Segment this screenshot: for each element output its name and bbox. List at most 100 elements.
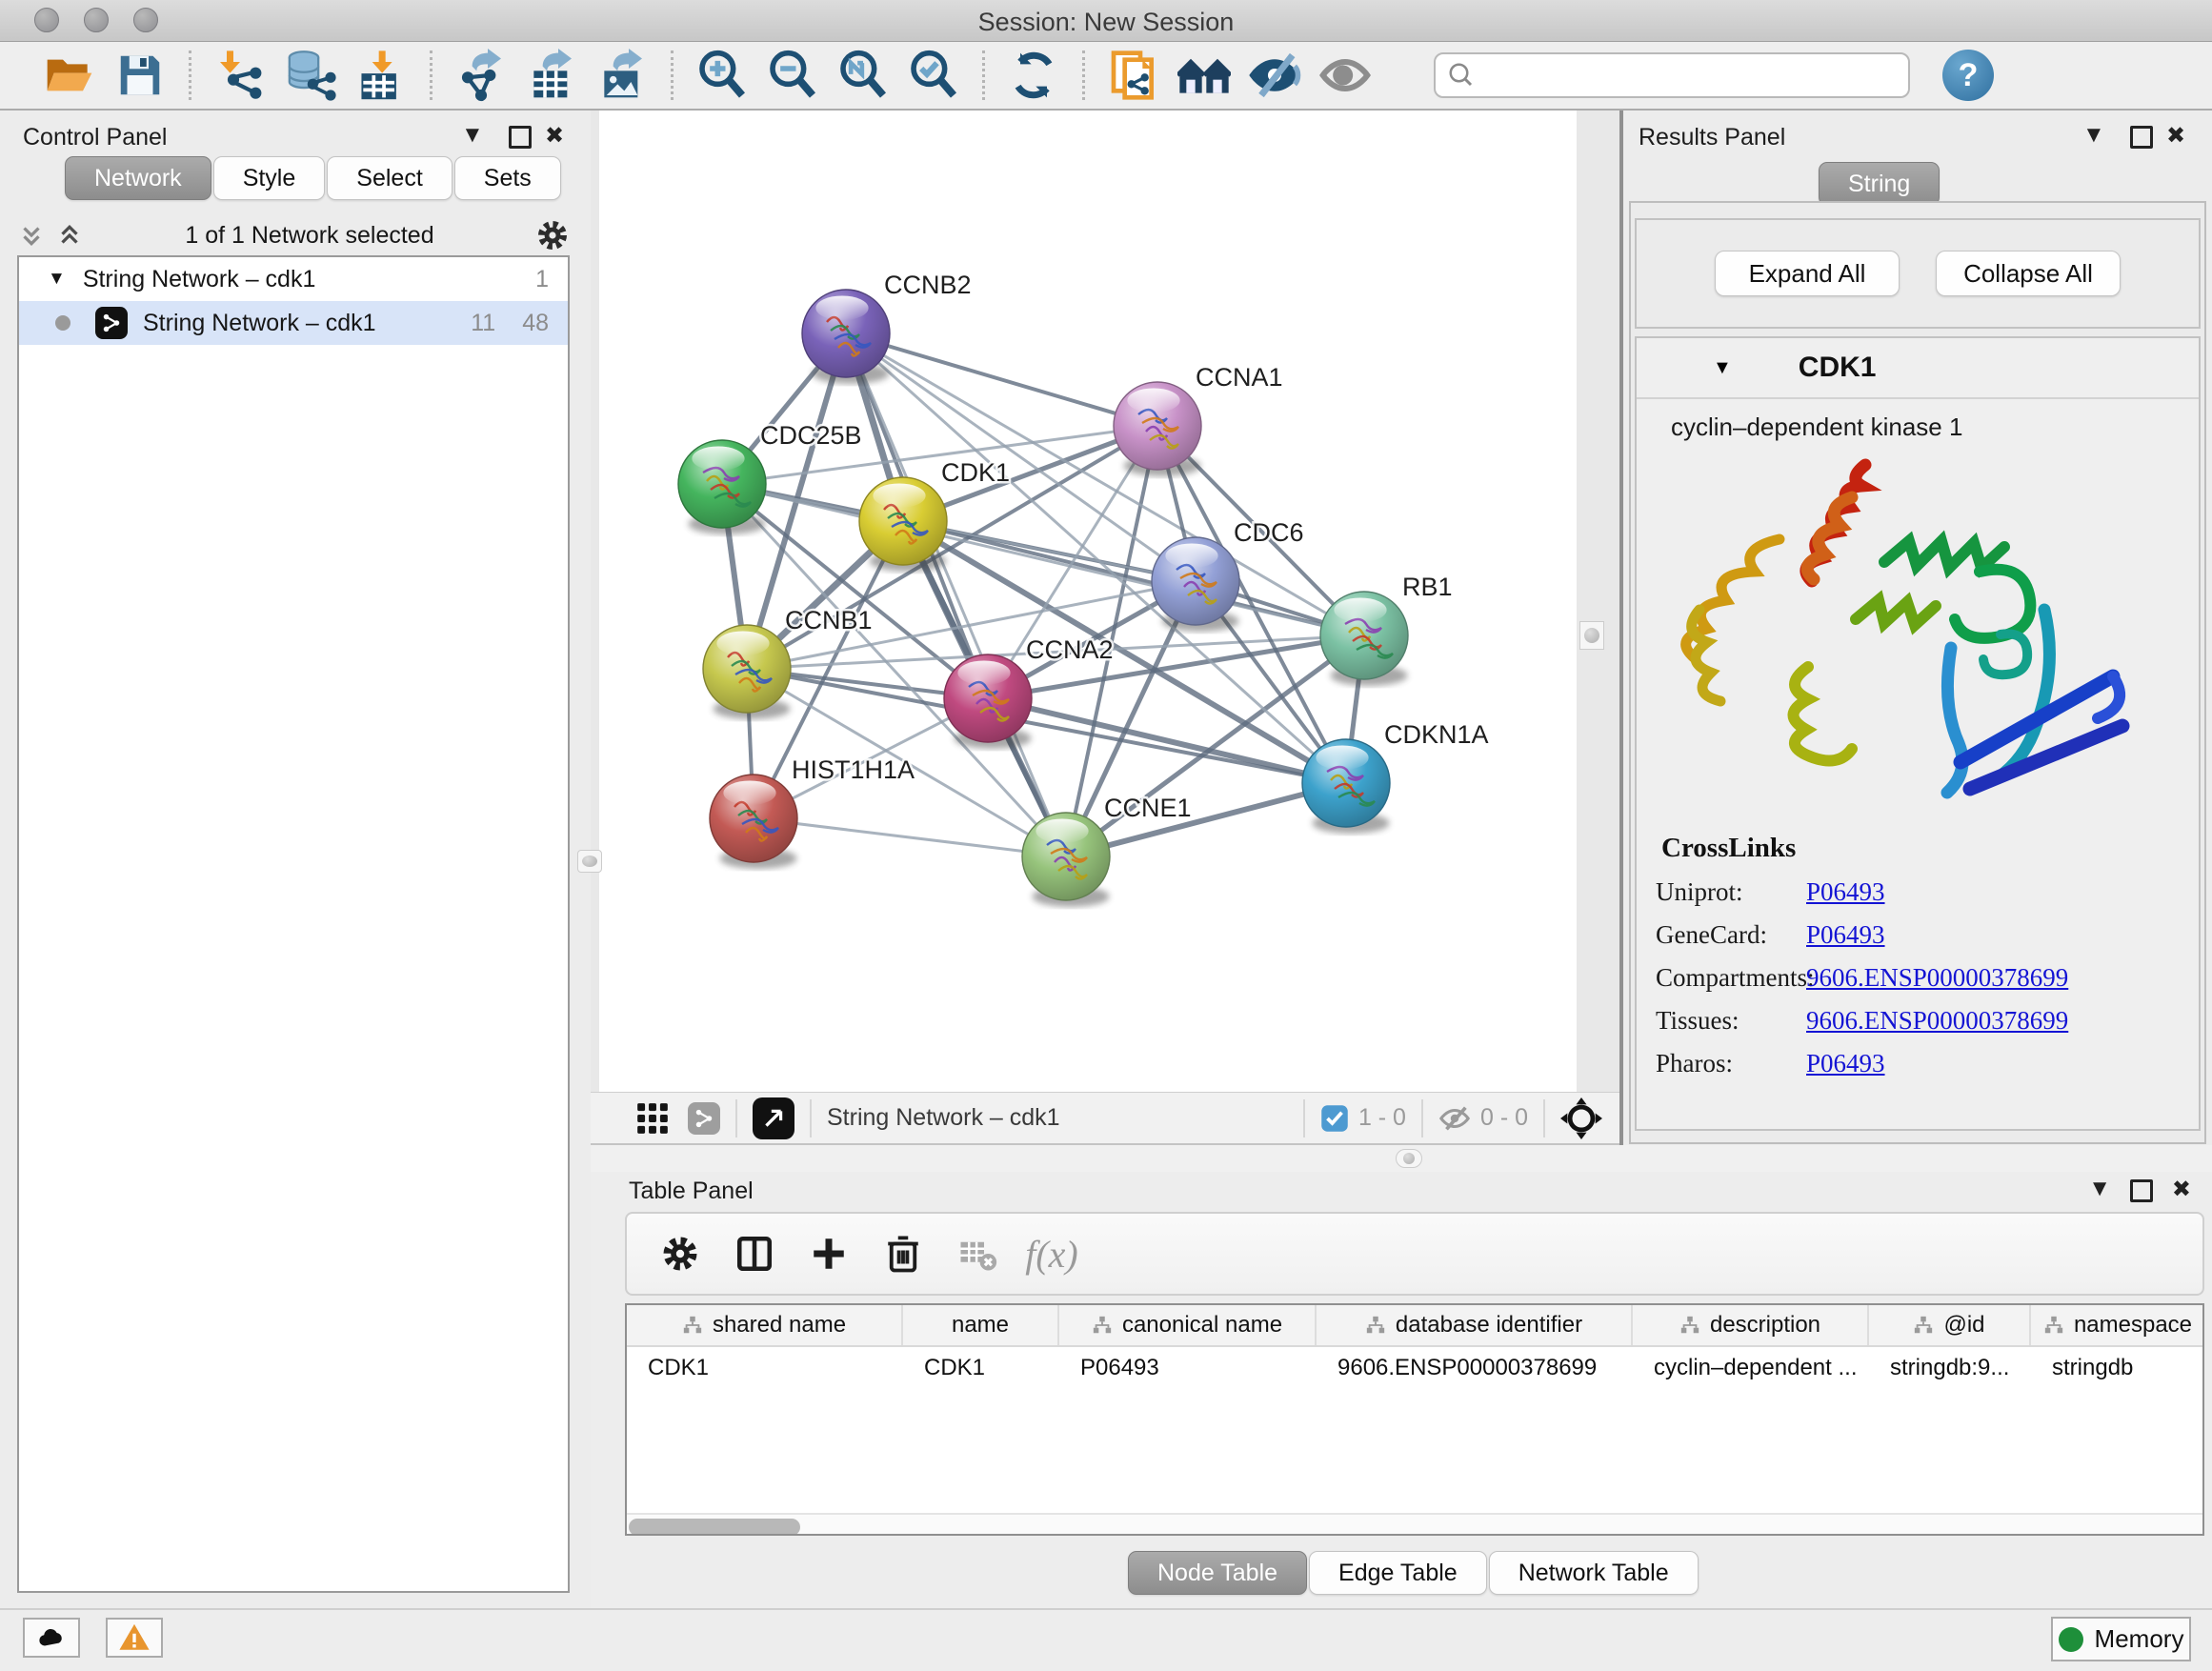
zoom-out-icon[interactable] <box>764 47 821 104</box>
refresh-view-icon[interactable] <box>1005 47 1062 104</box>
import-network-file-icon[interactable] <box>211 47 269 104</box>
export-network-icon[interactable] <box>452 47 510 104</box>
warnings-button[interactable] <box>106 1618 163 1658</box>
expand-all-button[interactable]: Expand All <box>1715 251 1900 296</box>
tab-network-table[interactable]: Network Table <box>1489 1551 1699 1595</box>
zoom-fit-icon[interactable] <box>835 47 892 104</box>
network-graph[interactable]: CCNB2 CCNA1 CDC25B CDK1 CDC6 <box>599 111 1577 1092</box>
column-header[interactable]: description <box>1633 1305 1869 1345</box>
collapse-all-icon[interactable] <box>55 221 84 250</box>
table-settings-gear-icon[interactable] <box>650 1223 711 1284</box>
export-image-icon[interactable] <box>593 47 651 104</box>
cloud-button[interactable] <box>23 1618 80 1658</box>
zoom-selected-icon[interactable] <box>905 47 962 104</box>
results-panel-close-icon[interactable]: ✖ <box>2166 122 2185 150</box>
collection-expander-icon[interactable]: ▼ <box>48 269 66 290</box>
new-network-from-selection-icon[interactable] <box>1105 47 1162 104</box>
control-panel-menu-icon[interactable]: ▼ <box>461 122 484 149</box>
delete-table-icon[interactable] <box>947 1223 1008 1284</box>
network-label: String Network – cdk1 <box>143 310 376 337</box>
section-collapse-icon[interactable]: ▼ <box>1713 357 1732 379</box>
tab-select[interactable]: Select <box>327 156 452 200</box>
network-view-type-icon[interactable] <box>688 1102 720 1135</box>
expand-all-icon[interactable] <box>17 221 46 250</box>
hide-selected-icon[interactable] <box>1246 47 1303 104</box>
column-header[interactable]: shared name <box>627 1305 903 1345</box>
table-panel-title: Table Panel <box>629 1178 754 1205</box>
import-table-file-icon[interactable] <box>352 47 410 104</box>
selected-checkbox-icon[interactable] <box>1320 1104 1349 1133</box>
table-panel-close-icon[interactable]: ✖ <box>2172 1176 2191 1203</box>
table-cell[interactable]: CDK1 <box>627 1347 903 1389</box>
nav-separator <box>810 1099 812 1137</box>
horizontal-splitter-handle[interactable] <box>1396 1149 1422 1168</box>
collapse-all-button[interactable]: Collapse All <box>1936 251 2121 296</box>
gene-description: cyclin–dependent kinase 1 <box>1671 413 2199 442</box>
current-network-name: String Network – cdk1 <box>827 1104 1060 1132</box>
results-panel: Results Panel ▼ ✖ String Expand All Coll… <box>1619 111 2212 1145</box>
network-canvas[interactable]: CCNB2 CCNA1 CDC25B CDK1 CDC6 <box>599 111 1577 1092</box>
horizontal-splitter[interactable] <box>591 1145 2212 1172</box>
tab-network[interactable]: Network <box>65 156 211 200</box>
table-cell[interactable]: CDK1 <box>903 1347 1059 1389</box>
tab-sets[interactable]: Sets <box>454 156 561 200</box>
crosslink-link[interactable]: 9606.ENSP00000378699 <box>1806 963 2068 993</box>
network-row-selected[interactable]: String Network – cdk1 11 48 <box>19 301 568 345</box>
table-cell[interactable]: cyclin–dependent ... <box>1633 1347 1869 1389</box>
right-splitter-handle[interactable] <box>1579 621 1604 650</box>
delete-column-trash-icon[interactable] <box>873 1223 934 1284</box>
import-network-database-icon[interactable] <box>282 47 339 104</box>
table-cell[interactable]: stringdb:9... <box>1869 1347 2031 1389</box>
column-header[interactable]: canonical name <box>1059 1305 1317 1345</box>
function-builder-icon[interactable]: f(x) <box>1021 1223 1082 1284</box>
left-splitter-handle[interactable] <box>577 850 602 873</box>
tab-node-table[interactable]: Node Table <box>1128 1551 1307 1595</box>
save-session-icon[interactable] <box>111 47 169 104</box>
hidden-eye-icon[interactable] <box>1438 1102 1471 1135</box>
search-field[interactable] <box>1476 62 1876 90</box>
results-panel-menu-icon[interactable]: ▼ <box>2082 122 2105 149</box>
control-panel-close-icon[interactable]: ✖ <box>545 122 564 150</box>
birds-eye-view-icon[interactable] <box>753 1097 794 1139</box>
table-cell[interactable]: P06493 <box>1059 1347 1317 1389</box>
network-collection-row[interactable]: ▼ String Network – cdk1 1 <box>19 257 568 301</box>
gene-section-header[interactable]: ▼ CDK1 <box>1637 338 2199 399</box>
memory-button[interactable]: Memory <box>2051 1617 2191 1661</box>
table-panel-menu-icon3[interactable]: ▼ <box>2088 1176 2111 1202</box>
control-panel-title: Control Panel <box>23 124 167 151</box>
pan-crosshair-icon[interactable] <box>1560 1097 1602 1139</box>
grid-view-icon[interactable] <box>634 1100 671 1137</box>
crosslink-link[interactable]: 9606.ENSP00000378699 <box>1806 1006 2068 1036</box>
table-panel-float-icon[interactable] <box>2130 1179 2153 1202</box>
tab-string[interactable]: String <box>1819 162 1940 206</box>
tab-edge-table[interactable]: Edge Table <box>1309 1551 1487 1595</box>
table-row[interactable]: CDK1CDK1P064939606.ENSP00000378699cyclin… <box>627 1347 2202 1389</box>
first-neighbors-icon[interactable] <box>1176 47 1233 104</box>
open-session-icon[interactable] <box>41 47 98 104</box>
show-all-icon[interactable] <box>1317 47 1374 104</box>
column-header[interactable]: @id <box>1869 1305 2031 1345</box>
search-input[interactable] <box>1434 52 1910 98</box>
column-header[interactable]: namespace <box>2031 1305 2204 1345</box>
svg-text:CCNB1: CCNB1 <box>785 606 873 634</box>
column-header[interactable]: name <box>903 1305 1059 1345</box>
crosslink-link[interactable]: P06493 <box>1806 877 1885 907</box>
network-options-gear-icon[interactable] <box>535 218 570 252</box>
results-panel-float-icon[interactable] <box>2130 126 2153 149</box>
add-column-icon[interactable] <box>798 1223 859 1284</box>
scrollbar-thumb[interactable] <box>629 1519 800 1536</box>
help-button[interactable]: ? <box>1942 50 1994 101</box>
svg-text:CCNE1: CCNE1 <box>1104 794 1192 822</box>
table-horizontal-scrollbar[interactable] <box>627 1513 2202 1536</box>
zoom-in-icon[interactable] <box>694 47 751 104</box>
export-table-icon[interactable] <box>523 47 580 104</box>
window-title: Session: New Session <box>0 8 2212 37</box>
table-cell[interactable]: stringdb <box>2031 1347 2204 1389</box>
table-cell[interactable]: 9606.ENSP00000378699 <box>1317 1347 1633 1389</box>
column-header[interactable]: database identifier <box>1317 1305 1633 1345</box>
tab-style[interactable]: Style <box>213 156 326 200</box>
control-panel-float-icon[interactable] <box>509 126 532 149</box>
show-columns-icon[interactable] <box>724 1223 785 1284</box>
crosslink-link[interactable]: P06493 <box>1806 920 1885 950</box>
crosslink-link[interactable]: P06493 <box>1806 1049 1885 1078</box>
